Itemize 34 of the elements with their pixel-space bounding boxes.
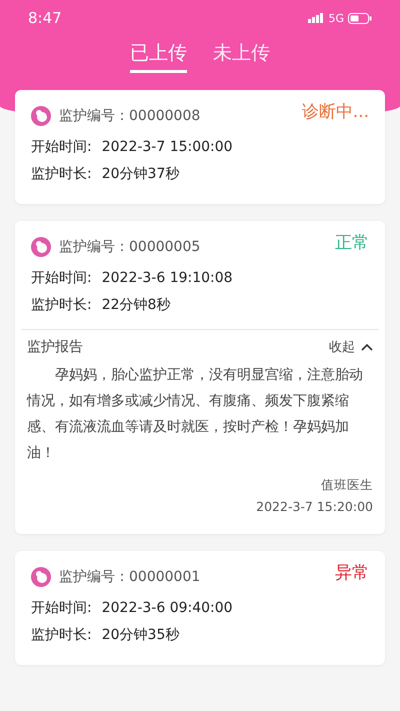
field-label: 监护时长:: [31, 296, 92, 315]
record-card[interactable]: 监护编号：00000008 诊断中... 开始时间: 2022-3-7 15:00:00 监护时长: 20分钟37秒: [15, 90, 385, 204]
field-label: 监护时长:: [31, 626, 92, 645]
report-text: 孕妈妈，胎心监护正常，没有明显宫缩，注意胎动情况，如有增多或减少情况、有腹痛、频发下腹紧缩感、有流液流血等请及时就医，按时产检！孕妈妈加油！: [27, 366, 364, 463]
field-label: 开始时间:: [31, 138, 92, 157]
field-label: 监护时长:: [31, 165, 92, 184]
report-title: 监护报告: [27, 338, 83, 356]
report-time: 2022-3-7 15:20:00: [255, 498, 373, 516]
baby-icon: [31, 567, 51, 587]
status-label: 诊断中...: [302, 101, 369, 123]
record-number: 监护编号：00000008: [59, 107, 202, 125]
duration-value: 22分钟8秒: [102, 296, 170, 315]
field-label: 开始时间:: [31, 599, 92, 618]
status-label: 正常: [335, 232, 369, 254]
baby-icon: [31, 237, 51, 257]
collapse-toggle[interactable]: 收起: [329, 338, 373, 356]
status-time: 8:47: [28, 9, 62, 27]
start-time: 2022-3-6 09:40:00: [102, 599, 233, 618]
duration-value: 20分钟35秒: [102, 626, 180, 645]
record-number: 监护编号：00000001: [59, 568, 202, 586]
caret-icon: [361, 343, 373, 351]
start-time: 2022-3-7 15:00:00: [102, 138, 233, 157]
baby-icon: [31, 106, 51, 126]
record-card[interactable]: 监护编号：00000001 异常 开始时间: 2022-3-6 09:40:00 监护时长: 20分钟35秒: [15, 551, 385, 665]
status-label: 异常: [335, 562, 369, 584]
field-label: 开始时间:: [31, 269, 92, 288]
battery-icon: [348, 12, 372, 24]
record-number: 监护编号：00000005: [59, 238, 202, 256]
signal-icon: [308, 13, 324, 23]
duration-value: 20分钟37秒: [102, 165, 180, 184]
doctor-label: 值班医生: [320, 476, 373, 494]
record-card[interactable]: 监护编号：00000005 正常 开始时间: 2022-3-6 19:10:08 监护时长: 22分钟8秒 监护报告 收起 孕妈妈，胎心监护正常，没有明显宫缩，注意胎动情况，如有增多或减少情况、有腹痛、频发下腹紧缩感、有流液流血等请及时就医，按时产检！孕妈妈加油！ 值班医生 2022-3-7 15:20:00: [15, 221, 385, 534]
start-time: 2022-3-6 19:10:08: [102, 269, 233, 288]
network-label: 5G: [328, 12, 344, 24]
